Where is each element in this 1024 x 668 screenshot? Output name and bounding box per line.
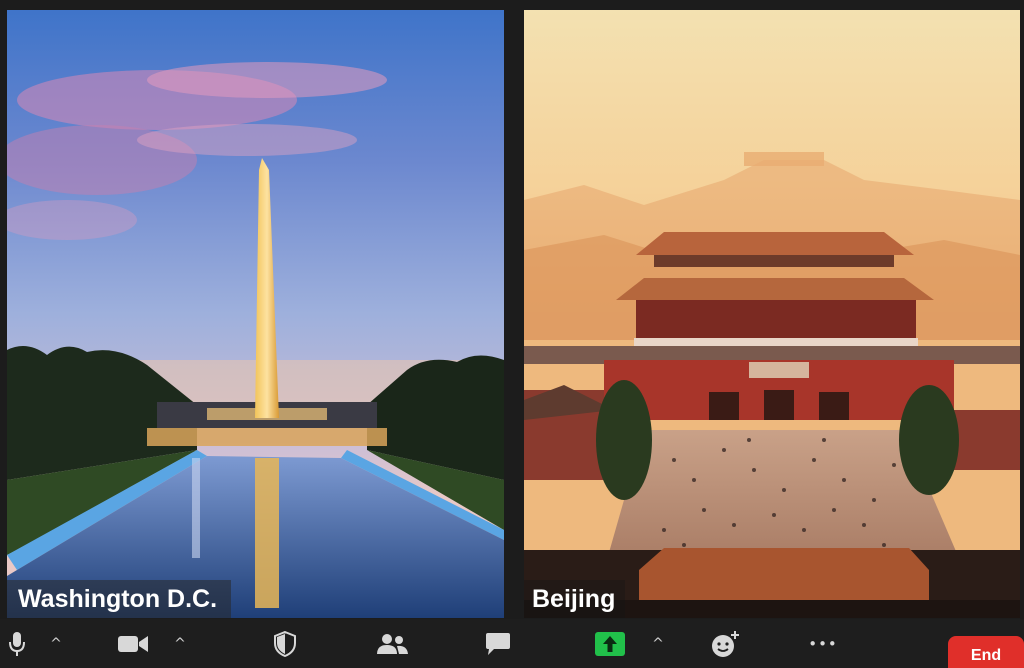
participant-tile-beijing[interactable]: Beijing <box>524 10 1020 618</box>
chat-icon <box>486 632 510 655</box>
reactions-button[interactable] <box>710 619 740 668</box>
video-camera-icon <box>118 635 148 652</box>
shield-icon <box>274 630 296 657</box>
meeting-toolbar: ^ ^ ^ ••• <box>0 619 1024 668</box>
participant-tile-washington[interactable]: Washington D.C. <box>7 10 504 618</box>
washington-video-feed <box>7 10 504 618</box>
participants-button[interactable] <box>374 619 410 668</box>
chat-button[interactable] <box>484 619 512 668</box>
share-screen-button[interactable] <box>594 619 626 668</box>
end-meeting-button[interactable]: End <box>948 636 1024 668</box>
share-options-caret[interactable]: ^ <box>650 619 666 668</box>
participant-name-label: Washington D.C. <box>7 580 232 618</box>
reactions-icon <box>712 630 739 657</box>
audio-options-caret[interactable]: ^ <box>48 619 64 668</box>
mute-button[interactable] <box>6 619 28 668</box>
video-button[interactable] <box>116 619 150 668</box>
video-options-caret[interactable]: ^ <box>172 619 188 668</box>
security-button[interactable] <box>272 619 298 668</box>
beijing-video-feed <box>524 10 1020 618</box>
participants-icon <box>377 633 408 654</box>
more-button[interactable]: ••• <box>806 619 840 668</box>
share-screen-icon <box>595 631 625 656</box>
microphone-icon <box>9 631 25 656</box>
participant-name-label: Beijing <box>524 580 626 618</box>
video-meeting-window: Washington D.C. Beijing ^ ^ ^ ••• End <box>0 0 1024 668</box>
